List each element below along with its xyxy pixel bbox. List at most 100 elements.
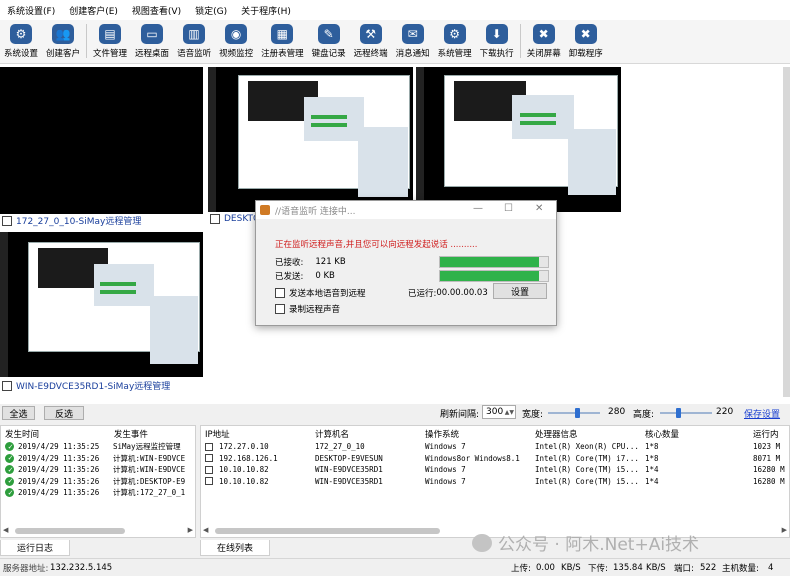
desktop-preview-4[interactable] [0,232,203,377]
row-checkbox[interactable] [205,442,213,451]
sent-progress-fill [440,271,540,281]
record-remote-checkbox[interactable] [275,304,285,314]
toolbar-button-7[interactable]: ✎ 键盘记录 [308,24,350,59]
toolbar-button-6[interactable]: ▦ 注册表管理 [257,24,308,59]
desktop-preview-3[interactable] [416,67,621,212]
row-checkbox[interactable] [205,477,213,486]
log-header: 发生时间 发生事件 [1,426,195,441]
log-col-time[interactable]: 发生时间 [1,428,110,440]
toolbar-button-13[interactable]: ✖ 卸载程序 [565,24,607,59]
scroll-right-icon[interactable]: ▶ [188,526,193,534]
toolbar-button-11[interactable]: ⬇ 下载执行 [476,24,518,59]
tab-online[interactable]: 在线列表 [200,540,271,556]
refresh-interval-spinner[interactable]: 300 ▲▼ [482,405,516,419]
scroll-left-icon[interactable]: ◀ [203,526,208,534]
desktop-caption-1[interactable]: 172_27_0_10-SiMay远程管理 [2,214,141,227]
toolbar-button-12[interactable]: ✖ 关闭屏幕 [523,24,565,59]
log-time: 2019/4/29 11:35:26 [18,465,100,475]
voice-monitor-dialog: //语音监听 连接中... — ☐ ✕ 正在监听远程声音,并且您可以向远程发起说… [255,200,557,326]
col-ip[interactable]: IP地址 [201,428,311,440]
online-ip: 192.168.126.1 [219,453,278,463]
desktop-preview-1[interactable] [0,67,203,214]
wechat-logo-icon [472,533,492,552]
progress-bar-preview [100,290,136,294]
log-row[interactable]: ✓ 2019/4/29 11:35:26 计算机:172_27_0_1 [1,487,195,499]
height-slider-thumb[interactable] [676,408,682,418]
toolbar-button-4[interactable]: ▥ 语音监听 [173,24,215,59]
log-row[interactable]: ✓ 2019/4/29 11:35:25 SiMay远程监控管理 [1,441,195,453]
camera-icon: ◉ [225,24,248,44]
minimize-icon[interactable]: — [473,203,483,214]
online-row[interactable]: 10.10.10.82 WIN-E9DVCE35RD1 Windows 7 Intel… [201,464,789,476]
upload-unit: KB/S [561,562,581,573]
online-row[interactable]: 10.10.10.82 WIN-E9DVCE35RD1 Windows 7 Intel… [201,476,789,488]
send-local-voice-checkbox[interactable] [275,288,285,298]
menu-lock[interactable]: 锁定(G) [188,4,234,17]
col-cpu[interactable]: 处理器信息 [531,428,641,440]
menu-create-client[interactable]: 创建客户(E) [62,4,125,17]
width-slider-thumb[interactable] [574,408,580,418]
online-row[interactable]: 172.27.0.10 172_27_0_10 Windows 7 Intel(R) … [201,441,789,453]
scroll-right-icon[interactable]: ▶ [782,526,787,534]
log-time: 2019/4/29 11:35:26 [18,488,100,498]
desktop-checkbox-2[interactable] [210,214,220,224]
log-scroll-thumb[interactable] [15,528,125,534]
height-slider[interactable] [660,408,712,418]
spinner-arrows-icon[interactable]: ▲▼ [505,409,515,416]
row-checkbox[interactable] [205,454,213,463]
toolbar-button-1[interactable]: 👥 创建客户 [42,24,84,59]
desktop-caption-4[interactable]: WIN-E9DVCE35RD1-SiMay远程管理 [2,379,170,392]
width-slider[interactable] [548,408,600,418]
toolbar-button-3[interactable]: ▭ 远程桌面 [131,24,173,59]
success-check-icon: ✓ [5,465,14,475]
close-icon[interactable]: ✕ [535,203,543,214]
desktop-checkbox-4[interactable] [2,380,12,391]
log-row[interactable]: ✓ 2019/4/29 11:35:26 计算机:WIN-E9DVCE [1,464,195,476]
desktop-preview-2[interactable] [208,67,413,212]
scroll-edge [783,67,790,397]
send-local-voice-option[interactable]: 发送本地语音到远程 [275,287,366,299]
log-row[interactable]: ✓ 2019/4/29 11:35:26 计算机:WIN-E9DVCE [1,453,195,465]
toolbar-button-label: 远程终端 [353,49,388,59]
col-memory[interactable]: 运行内 [749,428,789,440]
dialog-titlebar[interactable]: //语音监听 连接中... — ☐ ✕ [256,201,556,219]
online-scroll-thumb[interactable] [215,528,440,534]
col-computer-name[interactable]: 计算机名 [311,428,421,440]
maximize-icon[interactable]: ☐ [504,203,513,214]
chat-bubble-icon: ✉ [401,24,424,44]
toolbar-button-5[interactable]: ◉ 视频监控 [215,24,257,59]
sent-value: 0 KB [315,271,335,281]
log-col-event[interactable]: 发生事件 [110,428,195,440]
online-os: Windows 7 [425,476,466,486]
log-row[interactable]: ✓ 2019/4/29 11:35:26 计算机:DESKTOP-E9 [1,476,195,488]
record-remote-option[interactable]: 录制远程声音 [275,303,340,315]
log-panel: 发生时间 发生事件 ✓ 2019/4/29 11:35:25 SiMay远程监控管理… [0,425,196,538]
settings-button[interactable]: 设置 [493,283,547,299]
desktop-caption-label: 172_27_0_10-SiMay远程管理 [16,217,142,227]
log-scrollbar[interactable]: ◀ ▶ [1,526,195,535]
scroll-left-icon[interactable]: ◀ [3,526,8,534]
toolbar-button-8[interactable]: ⚒ 远程终端 [350,24,392,59]
select-all-button[interactable]: 全选 [2,406,35,420]
toolbar-button-9[interactable]: ✉ 消息通知 [392,24,434,59]
desktop-checkbox-1[interactable] [2,215,12,226]
tab-log[interactable]: 运行日志 [0,540,71,556]
menu-about[interactable]: 关于程序(H) [234,4,298,17]
online-cores: 1*8 [645,442,659,452]
remote-window [358,127,408,197]
toolbar-button-10[interactable]: ⚙ 系统管理 [434,24,476,59]
toolbar-button-2[interactable]: ▤ 文件管理 [89,24,131,59]
col-cores[interactable]: 核心数量 [641,428,749,440]
online-cpu: Intel(R) Core(TM) i5... [535,476,639,486]
toolbar-button-label: 语音监听 [177,49,212,59]
menu-view[interactable]: 视图查看(V) [125,4,188,17]
status-bar: 服务器地址: 132.232.5.145 上传: 0.00 KB/S 下传: 1… [0,558,790,576]
save-settings-link[interactable]: 保存设置 [744,407,780,420]
row-checkbox[interactable] [205,465,213,474]
menu-system-settings[interactable]: 系统设置(F) [0,4,62,17]
col-os[interactable]: 操作系统 [421,428,531,440]
online-row[interactable]: 192.168.126.1 DESKTOP-E9VESUN Windows8or W… [201,453,789,465]
invert-selection-button[interactable]: 反选 [44,406,84,420]
toolbar-button-0[interactable]: ⚙ 系统设置 [0,24,42,59]
online-mem: 16280 M [753,465,785,475]
